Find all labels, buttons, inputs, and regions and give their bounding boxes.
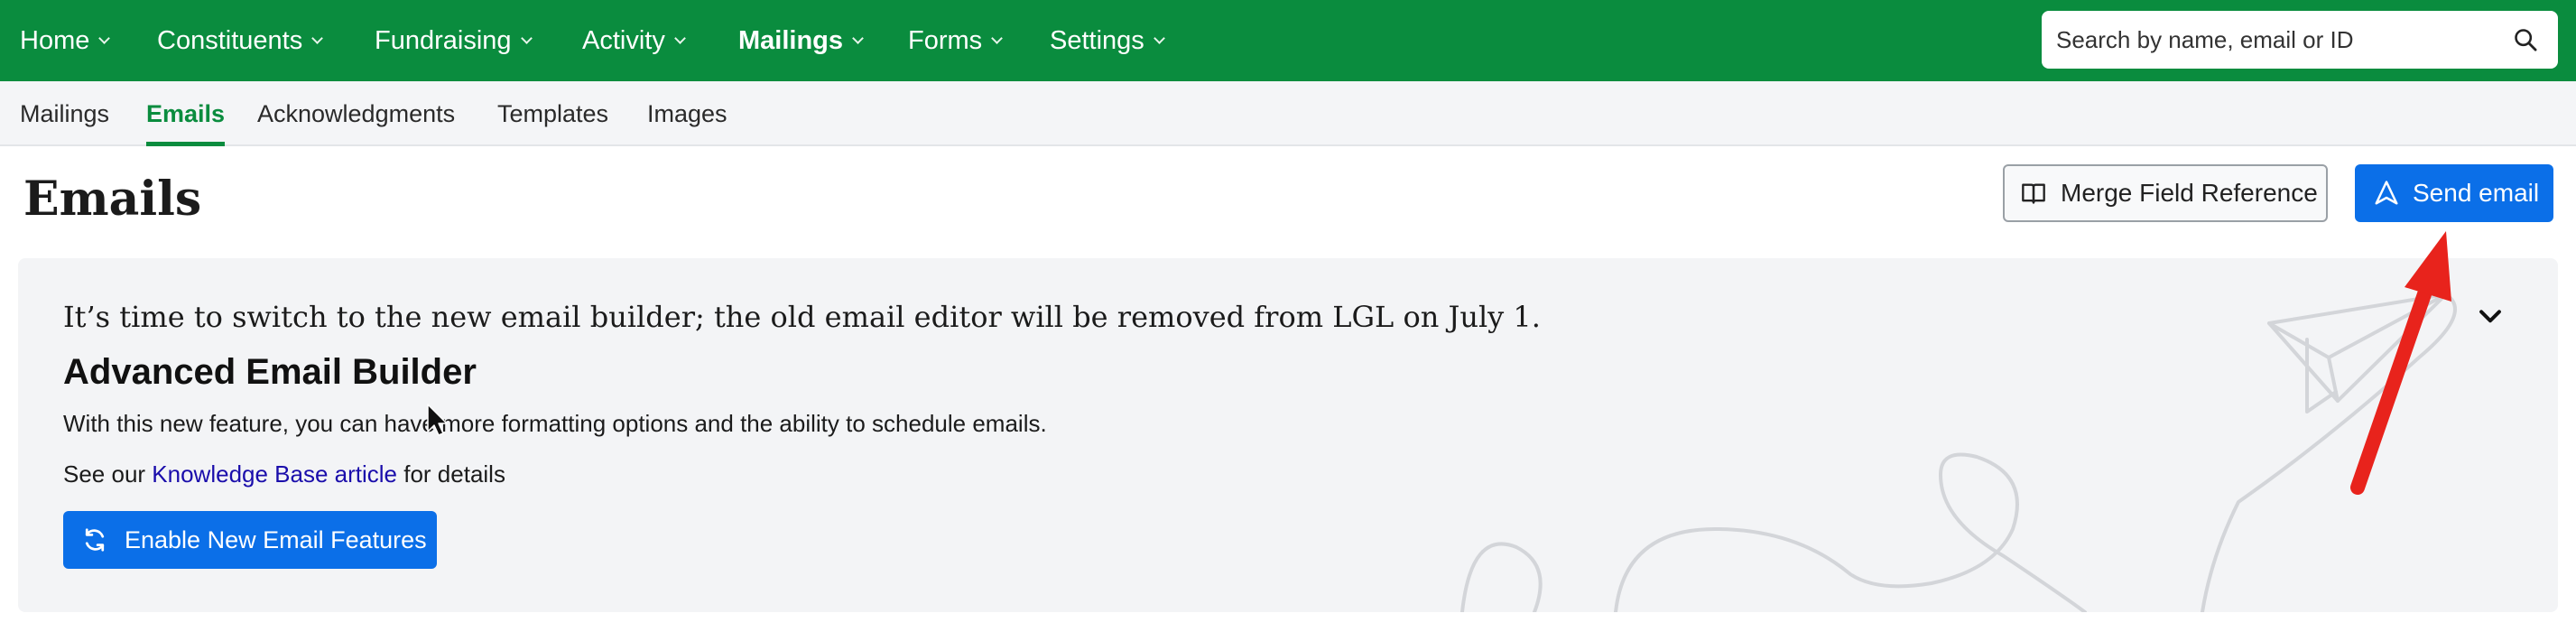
banner-heading: Advanced Email Builder [63,352,477,392]
enable-new-email-features-label: Enable New Email Features [125,525,427,553]
search-icon[interactable] [2513,27,2538,52]
refresh-icon [85,528,105,552]
send-email-label: Send email [2413,179,2540,207]
chevron-down-icon [673,32,686,44]
nav-item-settings[interactable]: Settings [1050,0,1165,81]
chevron-down-icon [520,32,533,44]
tab-label: Images [647,99,727,127]
tab-label: Emails [146,99,226,127]
tab-label: Templates [497,99,609,127]
chevron-down-icon [311,32,324,44]
nav-item-home[interactable]: Home [20,0,111,81]
knowledge-base-link[interactable]: Knowledge Base article [152,460,397,488]
chevron-down-icon [1153,32,1165,44]
search-input[interactable] [2056,25,2489,54]
book-icon [2022,183,2045,204]
tab-label: Mailings [20,99,110,127]
top-nav: Home Constituents Fundraising Activity M… [0,0,2576,81]
chevron-down-icon [98,32,111,44]
nav-item-activity[interactable]: Activity [582,0,686,81]
nav-item-label: Settings [1050,25,1144,55]
tab-label: Acknowledgments [257,99,456,127]
send-icon [2375,181,2398,205]
merge-field-reference-button[interactable]: Merge Field Reference [2003,164,2328,222]
nav-item-constituents[interactable]: Constituents [157,0,324,81]
nav-item-mailings[interactable]: Mailings [738,0,864,81]
chevron-down-icon[interactable] [2475,302,2506,332]
chevron-down-icon [852,32,864,44]
nav-item-fundraising[interactable]: Fundraising [375,0,533,81]
tab-mailings[interactable]: Mailings [20,81,109,146]
page-title: Emails [23,172,202,227]
chevron-down-icon [991,32,1004,44]
email-builder-banner: It’s time to switch to the new email bui… [18,258,2558,612]
send-email-button[interactable]: Send email [2355,164,2553,222]
nav-item-label: Home [20,25,90,55]
tab-templates[interactable]: Templates [497,81,608,146]
banner-description: With this new feature, you can have more… [63,410,1047,437]
tab-images[interactable]: Images [647,81,727,146]
nav-item-label: Fundraising [375,25,512,55]
kb-prefix: See our [63,460,153,488]
tab-acknowledgments[interactable]: Acknowledgments [257,81,455,146]
merge-field-reference-label: Merge Field Reference [2061,179,2318,207]
deprecation-notice: It’s time to switch to the new email bui… [63,300,1541,334]
nav-item-label: Forms [908,25,983,55]
nav-item-forms[interactable]: Forms [908,0,1004,81]
tab-emails[interactable]: Emails [146,81,226,146]
enable-new-email-features-button[interactable]: Enable New Email Features [63,511,437,569]
nav-item-label: Mailings [738,25,844,55]
knowledge-base-line: See our Knowledge Base article for detai… [63,460,505,488]
sub-nav: Mailings Emails Acknowledgments Template… [0,81,2576,146]
search-box [2042,11,2558,69]
nav-item-label: Activity [582,25,665,55]
kb-suffix: for details [397,460,505,488]
nav-item-label: Constituents [157,25,303,55]
